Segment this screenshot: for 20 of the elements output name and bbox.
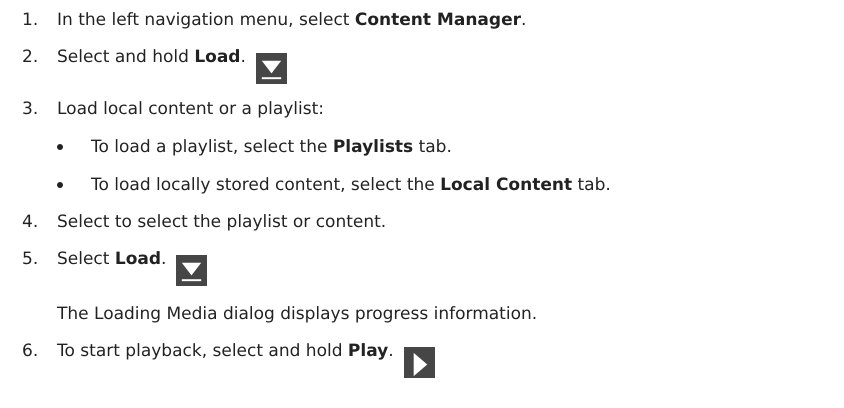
step-text: Select to select the playlist or content. [57, 211, 386, 234]
step-number: 4. [22, 211, 40, 234]
play-icon [404, 347, 435, 378]
bullet-text: To load a playlist, select the Playlists tab. [91, 136, 452, 159]
load-icon [256, 53, 287, 84]
step-number: 3. [22, 98, 40, 121]
step-text: To start playback, select and hold Play. [57, 340, 394, 363]
bullet-icon [57, 144, 63, 150]
bullet-text: To load locally stored content, select the Local Content tab. [91, 174, 611, 197]
load-icon [176, 255, 208, 286]
step-number: 1. [22, 9, 40, 32]
step-note: The Loading Media dialog displays progress information. [57, 303, 538, 326]
step-number: 5. [22, 248, 40, 271]
step-text: Select and hold Load. [57, 46, 246, 69]
step-text: Select Load. [57, 248, 166, 271]
step-text: Load local content or a playlist: [57, 98, 324, 121]
step-number: 2. [22, 46, 40, 69]
step-number: 6. [22, 340, 40, 363]
bullet-icon [57, 182, 63, 188]
step-text: In the left navigation menu, select Content Manager. [57, 9, 526, 32]
